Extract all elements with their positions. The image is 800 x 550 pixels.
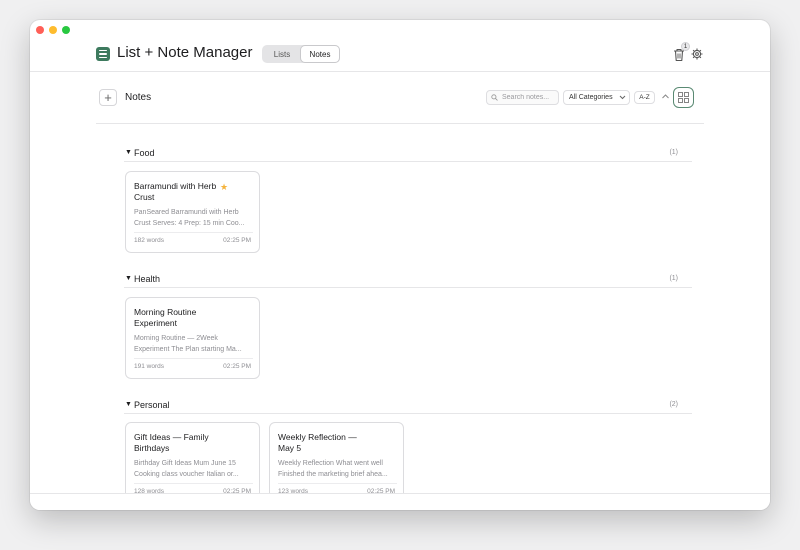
note-title: Barramundi with Herb Crust: [134, 181, 217, 202]
card-divider: [278, 483, 397, 484]
grid-view-button[interactable]: [673, 87, 694, 108]
group-name: Health: [134, 274, 161, 284]
note-preview: Morning Routine — 2Week Experiment The P…: [134, 335, 242, 353]
bottom-bar: [30, 493, 770, 510]
note-word-count: 191 words: [134, 363, 164, 370]
search-icon: [491, 94, 498, 101]
card-divider: [134, 358, 253, 359]
section-title: Notes: [125, 92, 152, 103]
note-card[interactable]: Morning Routine Experiment Morning Routi…: [125, 297, 260, 379]
sort-button[interactable]: A-Z: [634, 91, 655, 104]
group-count: (1): [669, 149, 678, 156]
caret-down-icon: ▼: [125, 149, 132, 156]
search-input[interactable]: [502, 94, 556, 101]
view-switcher: Lists Notes: [262, 45, 340, 63]
note-title: Gift Ideas — Family Birthdays: [134, 432, 209, 453]
card-divider: [134, 483, 253, 484]
note-preview: PanSeared Barramundi with Herb Crust Ser…: [134, 209, 245, 227]
note-preview: Birthday Gift Ideas Mum June 15 Cooking …: [134, 460, 239, 478]
caret-down-icon: ▼: [125, 275, 132, 282]
note-card[interactable]: Barramundi with Herb Crust ★ PanSeared B…: [125, 171, 260, 253]
app-title: List + Note Manager: [117, 44, 253, 61]
group-count: (1): [669, 275, 678, 282]
grid-icon: [678, 92, 689, 103]
group-header-food[interactable]: ▼ Food (1): [124, 142, 692, 162]
notes-toolbar: + Notes All Categories A-Z: [96, 84, 704, 124]
note-time: 02:25 PM: [223, 363, 251, 370]
group-count: (2): [669, 401, 678, 408]
note-word-count: 182 words: [134, 237, 164, 244]
category-select[interactable]: All Categories: [563, 90, 630, 105]
note-card[interactable]: Weekly Reflection — May 5 Weekly Reflect…: [269, 422, 404, 504]
category-select-value: All Categories: [569, 94, 613, 101]
app-header: List + Note Manager Lists Notes 1: [30, 20, 770, 72]
trash-count-badge: 1: [681, 42, 690, 51]
collapse-all-icon[interactable]: [661, 92, 670, 101]
star-icon[interactable]: ★: [220, 182, 228, 193]
tab-lists[interactable]: Lists: [263, 46, 301, 62]
group-header-personal[interactable]: ▼ Personal (2): [124, 394, 692, 414]
list-icon: [96, 47, 110, 61]
note-preview: Weekly Reflection What went well Finishe…: [278, 460, 388, 478]
app-window: List + Note Manager Lists Notes 1 + Note…: [30, 20, 770, 510]
caret-down-icon: ▼: [125, 401, 132, 408]
chevron-down-icon: [619, 95, 626, 100]
note-title: Morning Routine Experiment: [134, 307, 197, 328]
note-time: 02:25 PM: [223, 237, 251, 244]
group-name: Food: [134, 148, 155, 158]
search-box: [486, 90, 559, 105]
group-name: Personal: [134, 400, 170, 410]
note-title: Weekly Reflection — May 5: [278, 432, 357, 453]
card-divider: [134, 232, 253, 233]
add-note-button[interactable]: +: [99, 89, 117, 106]
tab-notes[interactable]: Notes: [301, 46, 339, 62]
note-card[interactable]: Gift Ideas — Family Birthdays Birthday G…: [125, 422, 260, 504]
gear-icon[interactable]: [691, 48, 703, 60]
group-header-health[interactable]: ▼ Health (1): [124, 268, 692, 288]
